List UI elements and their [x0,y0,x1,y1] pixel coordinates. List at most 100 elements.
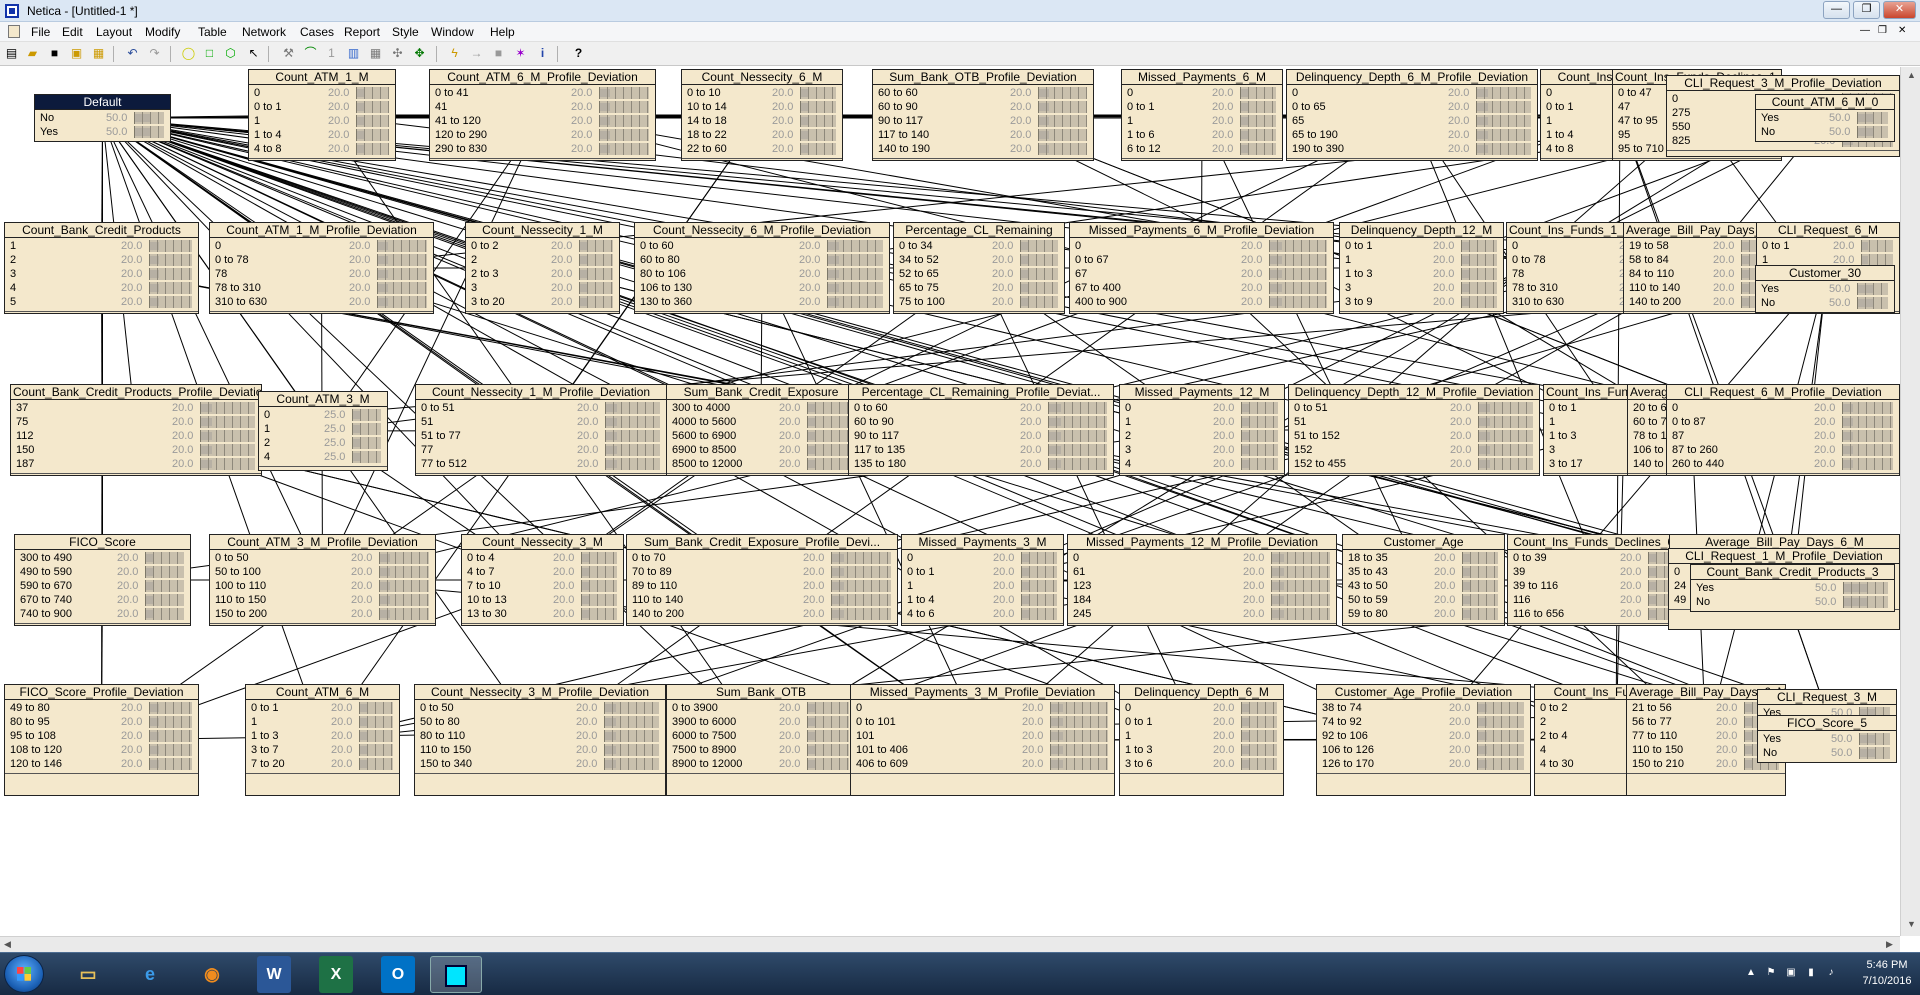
state-row[interactable]: 37 20.0 [11,401,261,415]
state-row[interactable]: 120.0 [1120,729,1283,743]
state-row[interactable]: 590 to 670 20.0 [15,579,190,593]
new-file-icon[interactable]: ▤ [3,45,20,62]
state-row[interactable]: 0 to 41 20.0 [430,86,655,100]
state-row[interactable]: 260 to 440 20.0 [1667,457,1899,471]
state-row[interactable]: 34 to 52 20.0 [894,253,1064,267]
state-row[interactable]: Yes 50.0 [1756,282,1894,296]
state-row[interactable]: 77 to 512 20.0 [416,457,666,471]
state-row[interactable]: 51 to 152 20.0 [1289,429,1539,443]
state-row[interactable]: 77 20.0 [416,443,666,457]
state-row[interactable]: 320.0 [1120,443,1284,457]
state-row[interactable]: 152 to 455 20.0 [1289,457,1539,471]
node-missed-payments-6-m[interactable]: Missed_Payments_6_M 0 20.0 0 to 1 20.0 1 20.0 1… [1121,69,1283,161]
state-row[interactable]: 490 to 590 20.0 [15,565,190,579]
state-row[interactable]: 0 to 10 20.0 [682,86,842,100]
clock-time[interactable]: 5:46 PM [1860,959,1914,971]
state-row[interactable]: Yes 50.0 [1756,111,1894,125]
state-row[interactable]: 120.0 [5,239,198,253]
state-row[interactable]: 43 to 50 20.0 [1343,579,1504,593]
state-row[interactable]: 78 20.0 [210,267,433,281]
state-row[interactable]: 110 to 140 20.0 [627,593,897,607]
state-row[interactable]: No 50.0 [35,111,170,125]
node-count-nessecity-3-m-profile-deviation[interactable]: Count_Nessecity_3_M_Profile_Deviation 0 t… [414,684,666,796]
mdi-minimize-icon[interactable]: — [1860,25,1870,36]
menu-network[interactable]: Network [242,25,286,39]
node-count-atm-3-m-profile-deviation[interactable]: Count_ATM_3_M_Profile_Deviation 0 to 50 20… [209,534,436,626]
node-missed-payments-12-m[interactable]: Missed_Payments_12_M 0 20.0 1 20.0 2 20.0 3 20.0… [1119,384,1285,476]
state-row[interactable]: 4 to 6 20.0 [902,607,1063,621]
power-icon[interactable]: ▮ [1805,967,1817,979]
state-row[interactable]: 117 to 140 20.0 [873,128,1093,142]
node-delinquency-depth-6-m-profile-deviation[interactable]: Delinquency_Depth_6_M_Profile_Deviation 0… [1286,69,1538,161]
node-missed-payments-12-m-profile-deviation[interactable]: Missed_Payments_12_M_Profile_Deviation 0 2… [1067,534,1337,626]
state-row[interactable]: 0 to 50 20.0 [210,551,435,565]
state-row[interactable]: 14 to 18 20.0 [682,114,842,128]
state-row[interactable]: 1 to 4 20.0 [249,128,395,142]
network-canvas[interactable]: Default No 50.0 Yes 50.0 Count_ATM_1_M 0 20.0 0 … [0,67,1900,936]
state-row[interactable]: 0 to 87 20.0 [1667,415,1899,429]
state-row[interactable]: 4000 to 5600 20.0 [667,415,855,429]
state-row[interactable]: 670 to 740 20.0 [15,593,190,607]
node-default[interactable]: Default No 50.0 Yes 50.0 [34,94,171,142]
state-row[interactable]: 6000 to 7500 20.0 [667,729,855,743]
state-row[interactable]: 0 25.0 [259,408,387,422]
node-count-nessecity-3-m[interactable]: Count_Nessecity_3_M 0 to 4 20.0 4 to 7 20.0 7… [461,534,624,626]
link-tool-icon[interactable]: ⚒ [280,45,297,62]
state-row[interactable]: 220.0 [466,253,619,267]
state-row[interactable]: 020.0 [1287,86,1537,100]
state-row[interactable]: No 50.0 [1756,125,1894,139]
state-row[interactable]: 38 to 74 20.0 [1317,701,1530,715]
arc-icon[interactable]: ⌒ [302,45,319,62]
star-icon[interactable]: ✶ [512,45,529,62]
node-count-atm-6-m[interactable]: Count_ATM_6_M 0 to 1 20.0 1 20.0 1 to 3 20.0 3 … [245,684,400,796]
state-row[interactable]: 140 to 190 20.0 [873,142,1093,156]
node-count-bank-credit-products[interactable]: Count_Bank_Credit_Products 1 20.0 2 20.0 3 20.… [4,222,199,314]
state-row[interactable]: 120.0 [1340,253,1503,267]
state-row[interactable]: 0 to 3900 20.0 [667,701,855,715]
state-row[interactable]: 020.0 [210,239,433,253]
state-row[interactable]: Yes 50.0 [1758,732,1896,746]
state-row[interactable]: 59 to 80 20.0 [1343,607,1504,621]
select-arrow-icon[interactable]: ↖ [245,45,262,62]
node-fico-score-5[interactable]: FICO_Score_5 Yes 50.0 No 50.0 [1757,715,1897,763]
node-count-atm-1-m[interactable]: Count_ATM_1_M 0 20.0 0 to 1 20.0 1 20.0 1 to 42… [248,69,396,161]
tool-number[interactable]: 1 [323,45,340,62]
netica-taskbar-button[interactable] [430,956,482,993]
state-row[interactable]: 020.0 [851,701,1114,715]
state-row[interactable]: 123 20.0 [1068,579,1336,593]
state-row[interactable]: 120.0 [1120,415,1284,429]
outlook-icon[interactable]: O [381,956,415,993]
state-row[interactable]: 220.0 [1120,429,1284,443]
state-row[interactable]: 35 to 43 20.0 [1343,565,1504,579]
state-row[interactable]: 0 to 34 20.0 [894,239,1064,253]
state-row[interactable]: 75 20.0 [11,415,261,429]
state-row[interactable]: 60 to 60 20.0 [873,86,1093,100]
tray-expand-icon[interactable]: ▲ [1745,967,1757,979]
state-row[interactable]: 0 to 1 20.0 [249,100,395,114]
state-row[interactable]: 0 to 51 20.0 [1289,401,1539,415]
horizontal-scrollbar[interactable]: ◀ ▶ [0,936,1900,952]
state-row[interactable]: 106 to 130 20.0 [635,281,889,295]
menu-window[interactable]: Window [431,25,474,39]
state-row[interactable]: 101 20.0 [851,729,1114,743]
state-row[interactable]: 020.0 [1667,401,1899,415]
state-row[interactable]: 120.0 [246,715,399,729]
state-row[interactable]: 184 20.0 [1068,593,1336,607]
state-row[interactable]: 310 to 630 20.0 [210,295,433,309]
state-row[interactable]: 87 to 260 20.0 [1667,443,1899,457]
state-row[interactable]: 120.0 [902,579,1063,593]
state-row[interactable]: 4 to 7 20.0 [462,565,623,579]
state-row[interactable]: 50 to 80 20.0 [415,715,665,729]
state-row[interactable]: 420.0 [1120,457,1284,471]
state-row[interactable]: 150 to 340 20.0 [415,757,665,771]
state-row[interactable]: 8500 to 12000 20.0 [667,457,855,471]
state-row[interactable]: 187 20.0 [11,457,261,471]
state-row[interactable]: 300 to 4000 20.0 [667,401,855,415]
state-row[interactable]: 7 to 10 20.0 [462,579,623,593]
node-delinquency-depth-12-m-profile-deviation[interactable]: Delinquency_Depth_12_M_Profile_Deviation… [1288,384,1540,476]
node-missed-payments-3-m[interactable]: Missed_Payments_3_M 0 20.0 0 to 1 20.0 1 20.0 1… [901,534,1064,626]
state-row[interactable]: 3 to 9 20.0 [1340,295,1503,309]
node-fico-score[interactable]: FICO_Score 300 to 490 20.0 490 to 590 20.0 59… [14,534,191,626]
node-count-nessecity-6-m-profile-deviation[interactable]: Count_Nessecity_6_M_Profile_Deviation 0 t… [634,222,890,314]
node-count-atm-6-m-profile-deviation[interactable]: Count_ATM_6_M_Profile_Deviation 0 to 41 20… [429,69,656,161]
